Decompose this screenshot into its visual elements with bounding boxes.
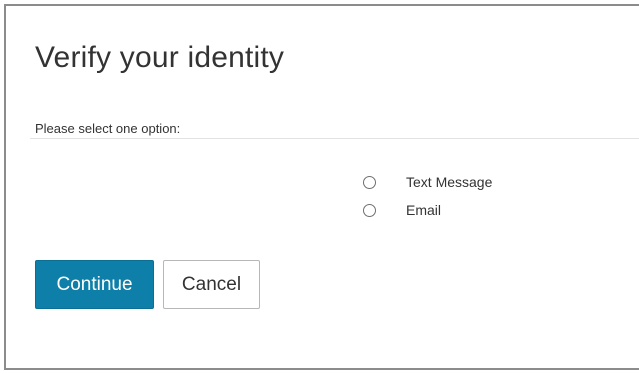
option-label-text-message: Text Message bbox=[406, 174, 493, 190]
option-label-email: Email bbox=[406, 202, 442, 218]
continue-button[interactable]: Continue bbox=[35, 260, 154, 309]
option-email[interactable]: Email bbox=[363, 202, 441, 219]
page-title: Verify your identity bbox=[35, 41, 285, 74]
radio-text-message[interactable] bbox=[363, 176, 376, 189]
radio-email[interactable] bbox=[363, 204, 376, 217]
option-prompt: Please select one option: bbox=[35, 121, 181, 136]
divider bbox=[30, 138, 639, 139]
option-text-message[interactable]: Text Message bbox=[363, 174, 492, 191]
cancel-button[interactable]: Cancel bbox=[163, 260, 260, 309]
verify-identity-panel: Verify your identity Please select one o… bbox=[4, 4, 639, 370]
